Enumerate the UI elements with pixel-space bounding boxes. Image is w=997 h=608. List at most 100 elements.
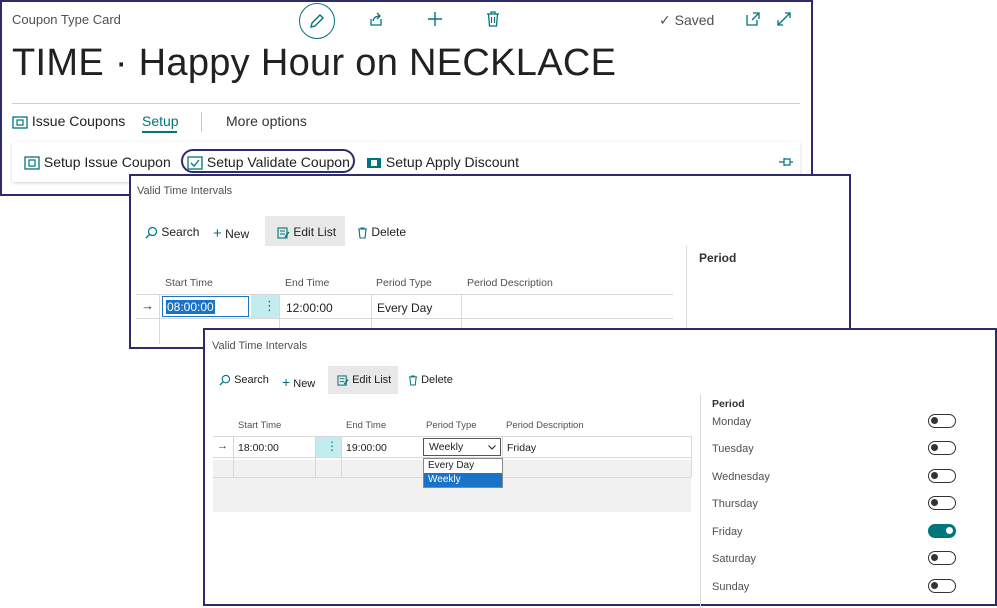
issue-coupons-label: Issue Coupons (31, 113, 126, 129)
edit-list-icon (337, 375, 349, 386)
valid-time-intervals-panel-1: Valid Time Intervals Search + New Edit L… (129, 174, 851, 351)
start-time-input[interactable]: 08:00:00 (162, 296, 249, 317)
setup-issue-label: Setup Issue Coupon (43, 154, 171, 170)
grid-line (136, 294, 673, 295)
day-label-sunday: Sunday (712, 581, 750, 593)
chevron-down-icon (488, 445, 496, 450)
toggle-sunday[interactable] (928, 579, 956, 593)
panel2-delete-button[interactable]: Delete (408, 374, 453, 386)
plus-icon[interactable] (427, 11, 443, 27)
more-dots-icon: ⋮ (263, 298, 276, 313)
new-label: New (225, 227, 250, 241)
col-period-description[interactable]: Period Description (467, 277, 553, 289)
row-actions-cell[interactable]: ⋮ (316, 437, 341, 457)
trash-icon (408, 375, 418, 386)
day-label-thursday: Thursday (712, 498, 758, 510)
day-label-saturday: Saturday (712, 553, 757, 565)
delete-label: Delete (371, 225, 407, 239)
tab-setup[interactable]: Setup (142, 113, 179, 129)
plus-icon: + (282, 374, 291, 390)
row-actions-cell[interactable]: ⋮ (251, 295, 279, 318)
panel2-edit-list-button[interactable]: Edit List (337, 374, 391, 386)
grid-line (341, 436, 342, 477)
row-arrow-icon: → (217, 440, 228, 452)
page-title: TIME · Happy Hour on NECKLACE (12, 42, 617, 84)
col-start-time[interactable]: Start Time (165, 277, 213, 289)
period-type-dropdown: Every Day Weekly (423, 458, 503, 488)
panel1-edit-list-button[interactable]: Edit List (277, 225, 336, 239)
grid-line (159, 294, 160, 344)
row-arrow-icon: → (141, 298, 154, 313)
more-options-action[interactable]: More options (226, 113, 307, 129)
panel1-factbox-title: Period (699, 251, 737, 265)
panel1-delete-button[interactable]: Delete (357, 225, 406, 239)
col-end-time[interactable]: End Time (346, 420, 386, 431)
day-label-wednesday: Wednesday (712, 471, 770, 483)
check-icon: ✓ (659, 12, 671, 28)
dropdown-option-weekly[interactable]: Weekly (424, 473, 502, 487)
end-time-value[interactable]: 12:00:00 (286, 301, 333, 315)
setup-apply-discount-button[interactable]: Setup Apply Discount (366, 154, 519, 170)
saved-label: Saved (674, 12, 715, 28)
panel2-new-button[interactable]: + New (282, 374, 315, 390)
period-description-value[interactable]: Friday (507, 442, 536, 454)
action-separator (201, 112, 202, 132)
panel2-factbox-title: Period (712, 398, 745, 410)
col-period-description[interactable]: Period Description (506, 420, 584, 431)
setup-apply-label: Setup Apply Discount (385, 154, 519, 170)
new-label: New (293, 378, 316, 390)
pencil-icon (310, 14, 324, 28)
toggle-monday[interactable] (928, 414, 956, 428)
apply-discount-icon (367, 158, 381, 169)
edit-list-icon (277, 227, 290, 239)
card-subtitle: Coupon Type Card (12, 12, 121, 27)
toggle-thursday[interactable] (928, 496, 956, 510)
pin-icon[interactable] (778, 157, 794, 167)
col-end-time[interactable]: End Time (285, 277, 329, 289)
edit-button[interactable] (299, 3, 335, 39)
panel1-search-button[interactable]: Search (145, 225, 199, 239)
setup-issue-coupon-button[interactable]: Setup Issue Coupon (24, 154, 171, 170)
search-label: Search (161, 225, 200, 239)
trash-icon (358, 227, 367, 239)
search-label: Search (234, 374, 269, 386)
col-period-type[interactable]: Period Type (376, 277, 432, 289)
trash-icon[interactable] (486, 11, 500, 27)
panel2-search-button[interactable]: Search (219, 374, 269, 386)
valid-time-intervals-panel-2: Valid Time Intervals Search + New Edit L… (203, 328, 997, 608)
search-icon (145, 227, 158, 239)
dropdown-option-every-day[interactable]: Every Day (424, 459, 502, 473)
saved-status: ✓ Saved (659, 12, 714, 29)
start-time-value: 08:00:00 (166, 300, 215, 314)
coupon-icon (12, 116, 28, 129)
panel1-title: Valid Time Intervals (137, 185, 233, 197)
end-time-value[interactable]: 19:00:00 (346, 442, 387, 454)
more-dots-icon: ⋮ (326, 439, 338, 453)
grid-line (213, 436, 691, 437)
col-period-type[interactable]: Period Type (426, 420, 477, 431)
setup-underline (142, 131, 177, 133)
toggle-tuesday[interactable] (928, 441, 956, 455)
toggle-friday[interactable] (928, 524, 956, 538)
day-label-friday: Friday (712, 526, 743, 538)
day-label-monday: Monday (712, 416, 752, 428)
grid-line (233, 436, 234, 477)
col-start-time[interactable]: Start Time (238, 420, 281, 431)
plus-icon: + (213, 225, 222, 242)
panel2-title: Valid Time Intervals (212, 340, 308, 352)
highlight-ellipse (181, 149, 355, 173)
edit-list-label: Edit List (352, 374, 392, 386)
period-type-value[interactable]: Every Day (377, 301, 432, 315)
panel1-new-button[interactable]: + New (213, 225, 249, 242)
toggle-wednesday[interactable] (928, 469, 956, 483)
start-time-value[interactable]: 18:00:00 (238, 442, 279, 454)
search-icon (219, 374, 231, 386)
share-icon[interactable] (368, 11, 384, 27)
grid-line (691, 436, 692, 477)
issue-coupons-action[interactable]: Issue Coupons (12, 113, 125, 130)
open-new-window-icon[interactable] (746, 12, 760, 26)
period-type-select[interactable]: Weekly (423, 438, 501, 456)
toggle-saturday[interactable] (928, 551, 956, 565)
edit-list-label: Edit List (293, 225, 337, 239)
expand-icon[interactable] (777, 12, 791, 26)
